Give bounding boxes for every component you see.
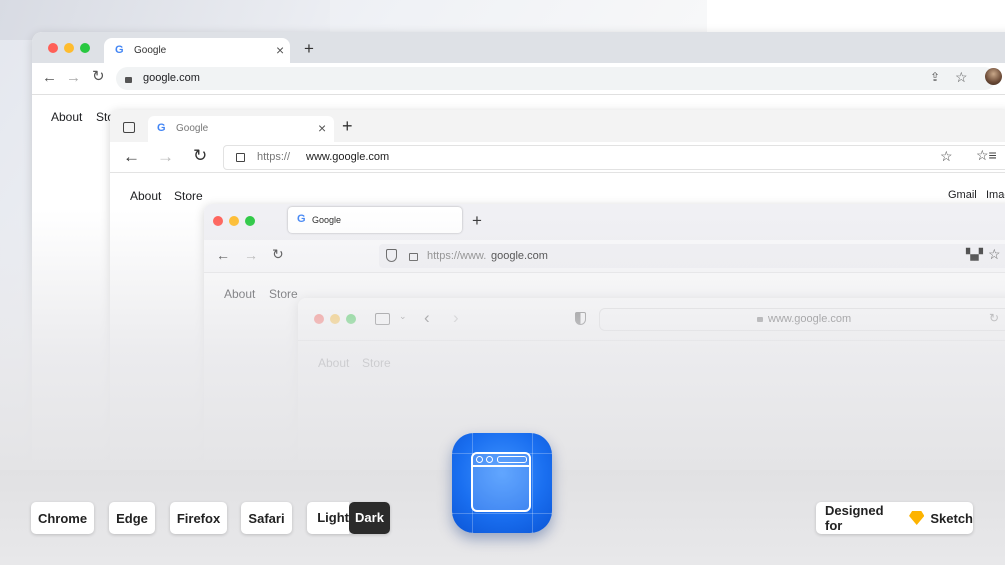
lock-icon (757, 317, 763, 322)
close-window-button[interactable] (213, 216, 223, 226)
browser-window-dot (486, 456, 493, 463)
reload-icon[interactable]: ↻ (272, 247, 284, 261)
google-icon: G (297, 213, 306, 225)
firefox-button[interactable]: Firefox (170, 502, 227, 534)
firefox-tab-title: Google (312, 215, 342, 225)
back-icon[interactable]: ← (216, 248, 230, 262)
share-icon[interactable]: ⇪ (930, 70, 940, 84)
tab-actions-icon[interactable] (123, 122, 135, 133)
chevron-down-icon[interactable]: ⌄ (399, 311, 407, 322)
chrome-button[interactable]: Chrome (31, 502, 94, 534)
browser-window-icon (471, 452, 531, 512)
background-shape-white (707, 0, 1005, 32)
edge-address-bar[interactable]: https:// www.google.com ☆ (223, 145, 1005, 170)
shield-icon[interactable] (575, 312, 586, 325)
app-icon-grid-v2 (532, 433, 533, 533)
star-icon[interactable]: ☆ (955, 69, 968, 86)
chrome-address-bar[interactable]: google.com ⇪ ☆ (116, 67, 996, 90)
forward-icon[interactable]: → (157, 148, 174, 165)
sketch-label: Sketch (930, 510, 973, 526)
firefox-tab[interactable]: G Google (288, 207, 462, 233)
light-option[interactable]: Light (307, 502, 349, 534)
close-window-button[interactable] (48, 43, 58, 53)
minimize-window-button[interactable] (229, 216, 239, 226)
safari-link-about[interactable]: About (318, 356, 349, 370)
close-tab-icon[interactable]: × (276, 42, 284, 58)
firefox-link-store[interactable]: Store (269, 287, 298, 301)
browser-window-urlbar (497, 456, 527, 463)
safari-url: www.google.com (768, 313, 852, 325)
google-icon: G (157, 122, 166, 134)
back-icon[interactable]: ← (123, 148, 140, 165)
extensions-icon[interactable]: ▚▞ (966, 248, 983, 261)
forward-icon[interactable]: → (244, 248, 258, 262)
browser-window-dot (476, 456, 483, 463)
shield-icon[interactable] (386, 249, 397, 262)
reload-icon[interactable]: ↻ (193, 147, 207, 164)
firefox-url-host: google.com (491, 250, 548, 262)
edge-tab-title: Google (176, 123, 209, 134)
edge-url-host: www.google.com (306, 151, 390, 163)
firefox-address-bar[interactable]: https://www. google.com (379, 244, 1005, 268)
close-window-button[interactable] (314, 314, 324, 324)
new-tab-icon[interactable]: + (342, 116, 353, 137)
edge-tab[interactable]: G Google × (148, 116, 334, 142)
edge-link-gmail[interactable]: Gmail (948, 189, 977, 201)
firefox-link-about[interactable]: About (224, 287, 255, 301)
maximize-window-button[interactable] (245, 216, 255, 226)
safari-toolbar: ⌄ ‹ › www.google.com ↻ (298, 298, 1005, 341)
lock-icon (236, 153, 245, 162)
designed-for-label: Designed for (825, 503, 884, 533)
minimize-window-button[interactable] (330, 314, 340, 324)
edge-link-store[interactable]: Store (174, 189, 203, 203)
safari-window: ⌄ ‹ › www.google.com ↻ About Store (298, 298, 1005, 472)
theme-toggle[interactable]: Light Dark (307, 502, 390, 534)
back-icon[interactable]: ‹ (424, 308, 430, 328)
safari-address-bar[interactable]: www.google.com ↻ (599, 308, 1005, 331)
safari-link-store[interactable]: Store (362, 356, 391, 370)
designed-for-sketch-badge[interactable]: Designed for Sketch (816, 502, 973, 534)
sketch-icon (909, 511, 925, 525)
safari-button[interactable]: Safari (241, 502, 292, 534)
firefox-url-scheme: https://www. (427, 250, 487, 262)
firefox-toolbar: ← → ↻ https://www. google.com ▚▞ ☆ (204, 240, 1005, 273)
favorites-icon[interactable]: ☆≡ (976, 147, 997, 164)
lock-icon (125, 77, 132, 83)
app-icon-grid-h2 (452, 513, 552, 514)
maximize-window-button[interactable] (80, 43, 90, 53)
new-tab-icon[interactable]: + (472, 211, 482, 231)
chrome-toolbar: ← → ↻ google.com ⇪ ☆ (32, 63, 1005, 95)
app-icon (452, 433, 552, 533)
edge-button[interactable]: Edge (109, 502, 155, 534)
dark-option[interactable]: Dark (349, 502, 390, 534)
edge-link-about[interactable]: About (130, 189, 161, 203)
sidebar-icon[interactable] (375, 313, 390, 325)
chrome-tab[interactable]: G Google × (104, 38, 290, 65)
google-icon: G (115, 44, 124, 56)
back-icon[interactable]: ← (42, 70, 57, 85)
forward-icon[interactable]: → (66, 70, 81, 85)
chrome-url: google.com (143, 72, 200, 84)
avatar[interactable] (985, 68, 1002, 85)
edge-link-images[interactable]: Imag (986, 189, 1005, 201)
star-icon[interactable]: ☆ (988, 246, 1001, 263)
close-tab-icon[interactable]: × (318, 120, 326, 136)
chrome-link-about[interactable]: About (51, 110, 82, 124)
chrome-tab-title: Google (134, 45, 167, 56)
edge-url-scheme: https:// (257, 151, 291, 163)
new-tab-icon[interactable]: + (304, 39, 314, 59)
forward-icon[interactable]: › (453, 308, 459, 328)
minimize-window-button[interactable] (64, 43, 74, 53)
reload-icon[interactable]: ↻ (92, 69, 105, 84)
lock-icon (409, 253, 418, 261)
edge-toolbar: ← → ↻ https:// www.google.com ☆ ☆≡ (110, 142, 1005, 173)
reload-icon[interactable]: ↻ (989, 311, 999, 325)
add-favorite-icon[interactable]: ☆ (940, 148, 953, 165)
maximize-window-button[interactable] (346, 314, 356, 324)
